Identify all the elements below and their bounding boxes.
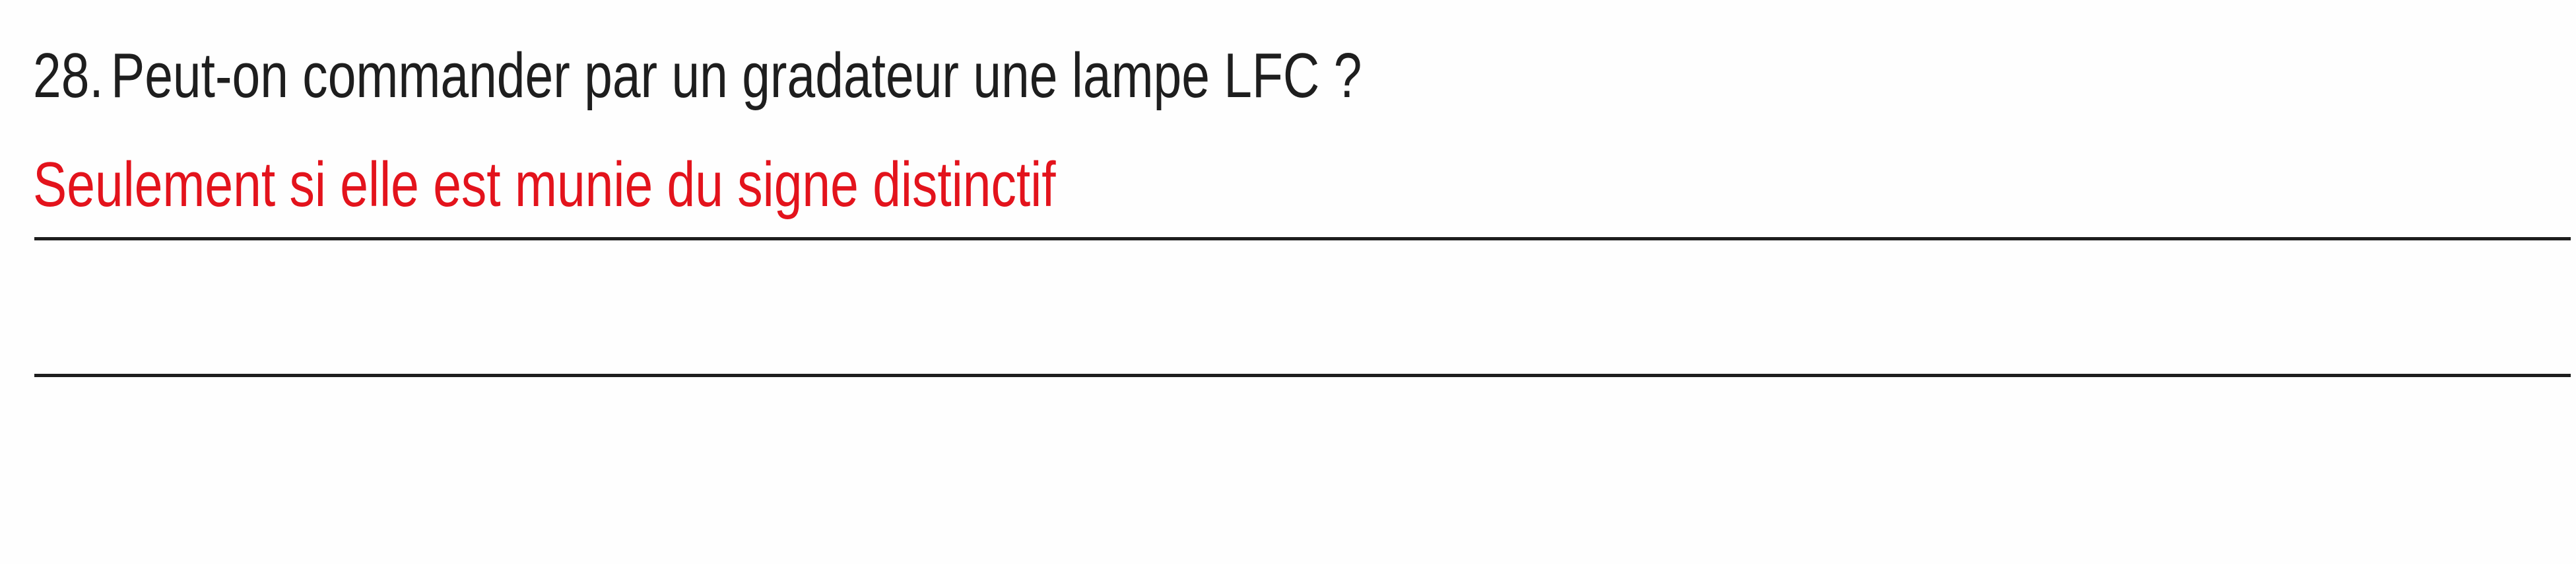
answer-rule-2 <box>34 374 2571 377</box>
question-text: Peut-on commander par un gradateur une l… <box>110 40 1362 111</box>
question-line: 28. Peut-on commander par un gradateur un… <box>33 40 1362 112</box>
answer-rule-1 <box>34 237 2571 240</box>
question-number: 28. <box>33 40 104 111</box>
answer-text: Seulement si elle est munie du signe dis… <box>33 149 1056 220</box>
